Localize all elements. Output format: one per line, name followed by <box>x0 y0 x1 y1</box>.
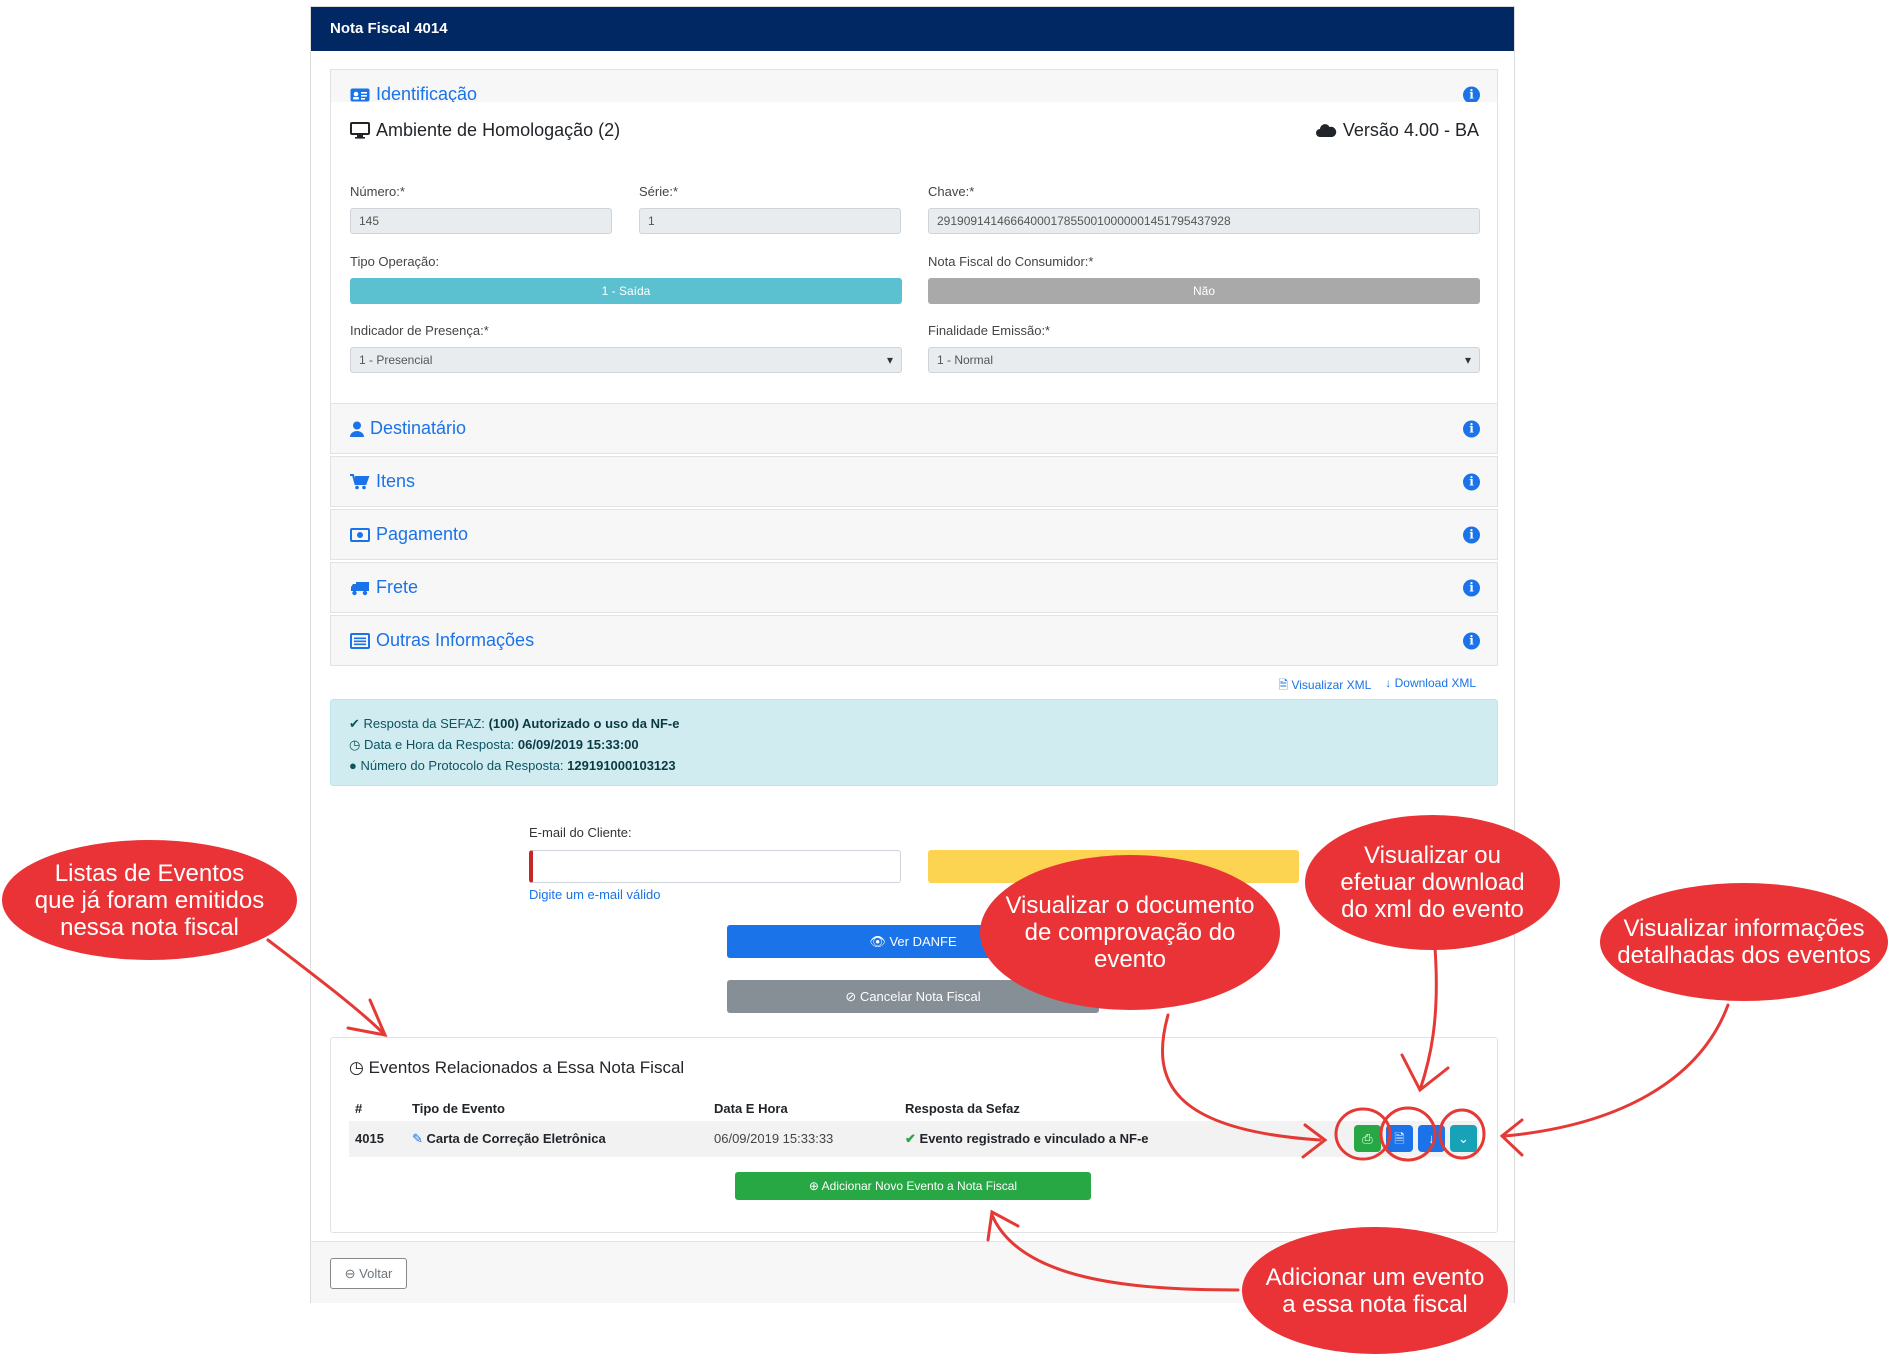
annotation-arrows <box>266 938 1730 1292</box>
callout-adicionar: Adicionar um evento a essa nota fiscal <box>1242 1227 1508 1354</box>
arrowhead-adicionar <box>986 1209 1020 1242</box>
callout-documento: Visualizar o documento de comprovação do e… <box>980 855 1280 1010</box>
arrowhead-detalhes <box>1499 1118 1524 1157</box>
callout-detalhes: Visualizar informações detalhadas dos eve… <box>1600 883 1888 1001</box>
arrow-xml <box>1418 946 1438 1092</box>
highlight-details <box>1438 1108 1486 1160</box>
arrow-documento <box>1161 1013 1322 1142</box>
arrow-lista <box>266 938 387 1037</box>
arrow-adicionar <box>990 1213 1240 1292</box>
callout-lista-eventos: Listas de Eventos que já foram emitidos ne… <box>2 840 297 960</box>
callout-xml: Visualizar ou efetuar download do xml do e… <box>1305 815 1560 950</box>
arrow-detalhes <box>1503 1003 1730 1138</box>
